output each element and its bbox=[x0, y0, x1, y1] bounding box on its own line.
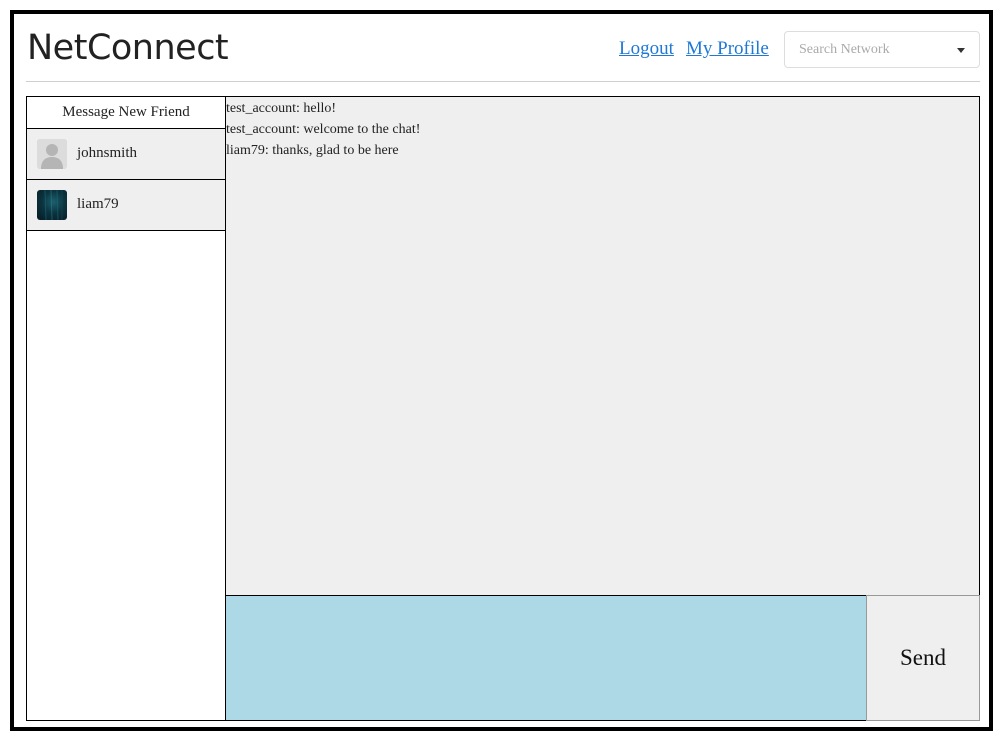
app-frame: NetConnect Logout My Profile Message New… bbox=[10, 10, 993, 731]
brand-logo: NetConnect bbox=[27, 28, 229, 68]
chat-message: liam79: thanks, glad to be here bbox=[226, 143, 399, 158]
friend-item-johnsmith[interactable]: johnsmith bbox=[27, 129, 225, 180]
message-composer-input[interactable] bbox=[225, 595, 867, 721]
logout-link[interactable]: Logout bbox=[619, 38, 674, 60]
friend-name: liam79 bbox=[77, 196, 119, 212]
chat-message: test_account: hello! bbox=[226, 101, 337, 116]
photo-avatar-icon bbox=[37, 190, 67, 220]
message-new-friend-button[interactable]: Message New Friend bbox=[27, 97, 225, 129]
friend-name: johnsmith bbox=[77, 145, 138, 161]
chevron-down-icon[interactable] bbox=[957, 48, 965, 53]
chat-message: test_account: welcome to the chat! bbox=[226, 122, 421, 137]
search-network-dropdown[interactable] bbox=[784, 31, 980, 68]
chat-message-log: test_account: hello! test_account: welco… bbox=[225, 96, 980, 596]
friends-sidebar: Message New Friend johnsmith liam79 bbox=[26, 96, 226, 721]
header-divider bbox=[26, 81, 980, 82]
send-button[interactable]: Send bbox=[866, 595, 980, 721]
my-profile-link[interactable]: My Profile bbox=[686, 38, 769, 60]
friend-item-liam79[interactable]: liam79 bbox=[27, 180, 225, 231]
search-network-input[interactable] bbox=[799, 40, 949, 60]
user-avatar-icon bbox=[37, 139, 67, 169]
